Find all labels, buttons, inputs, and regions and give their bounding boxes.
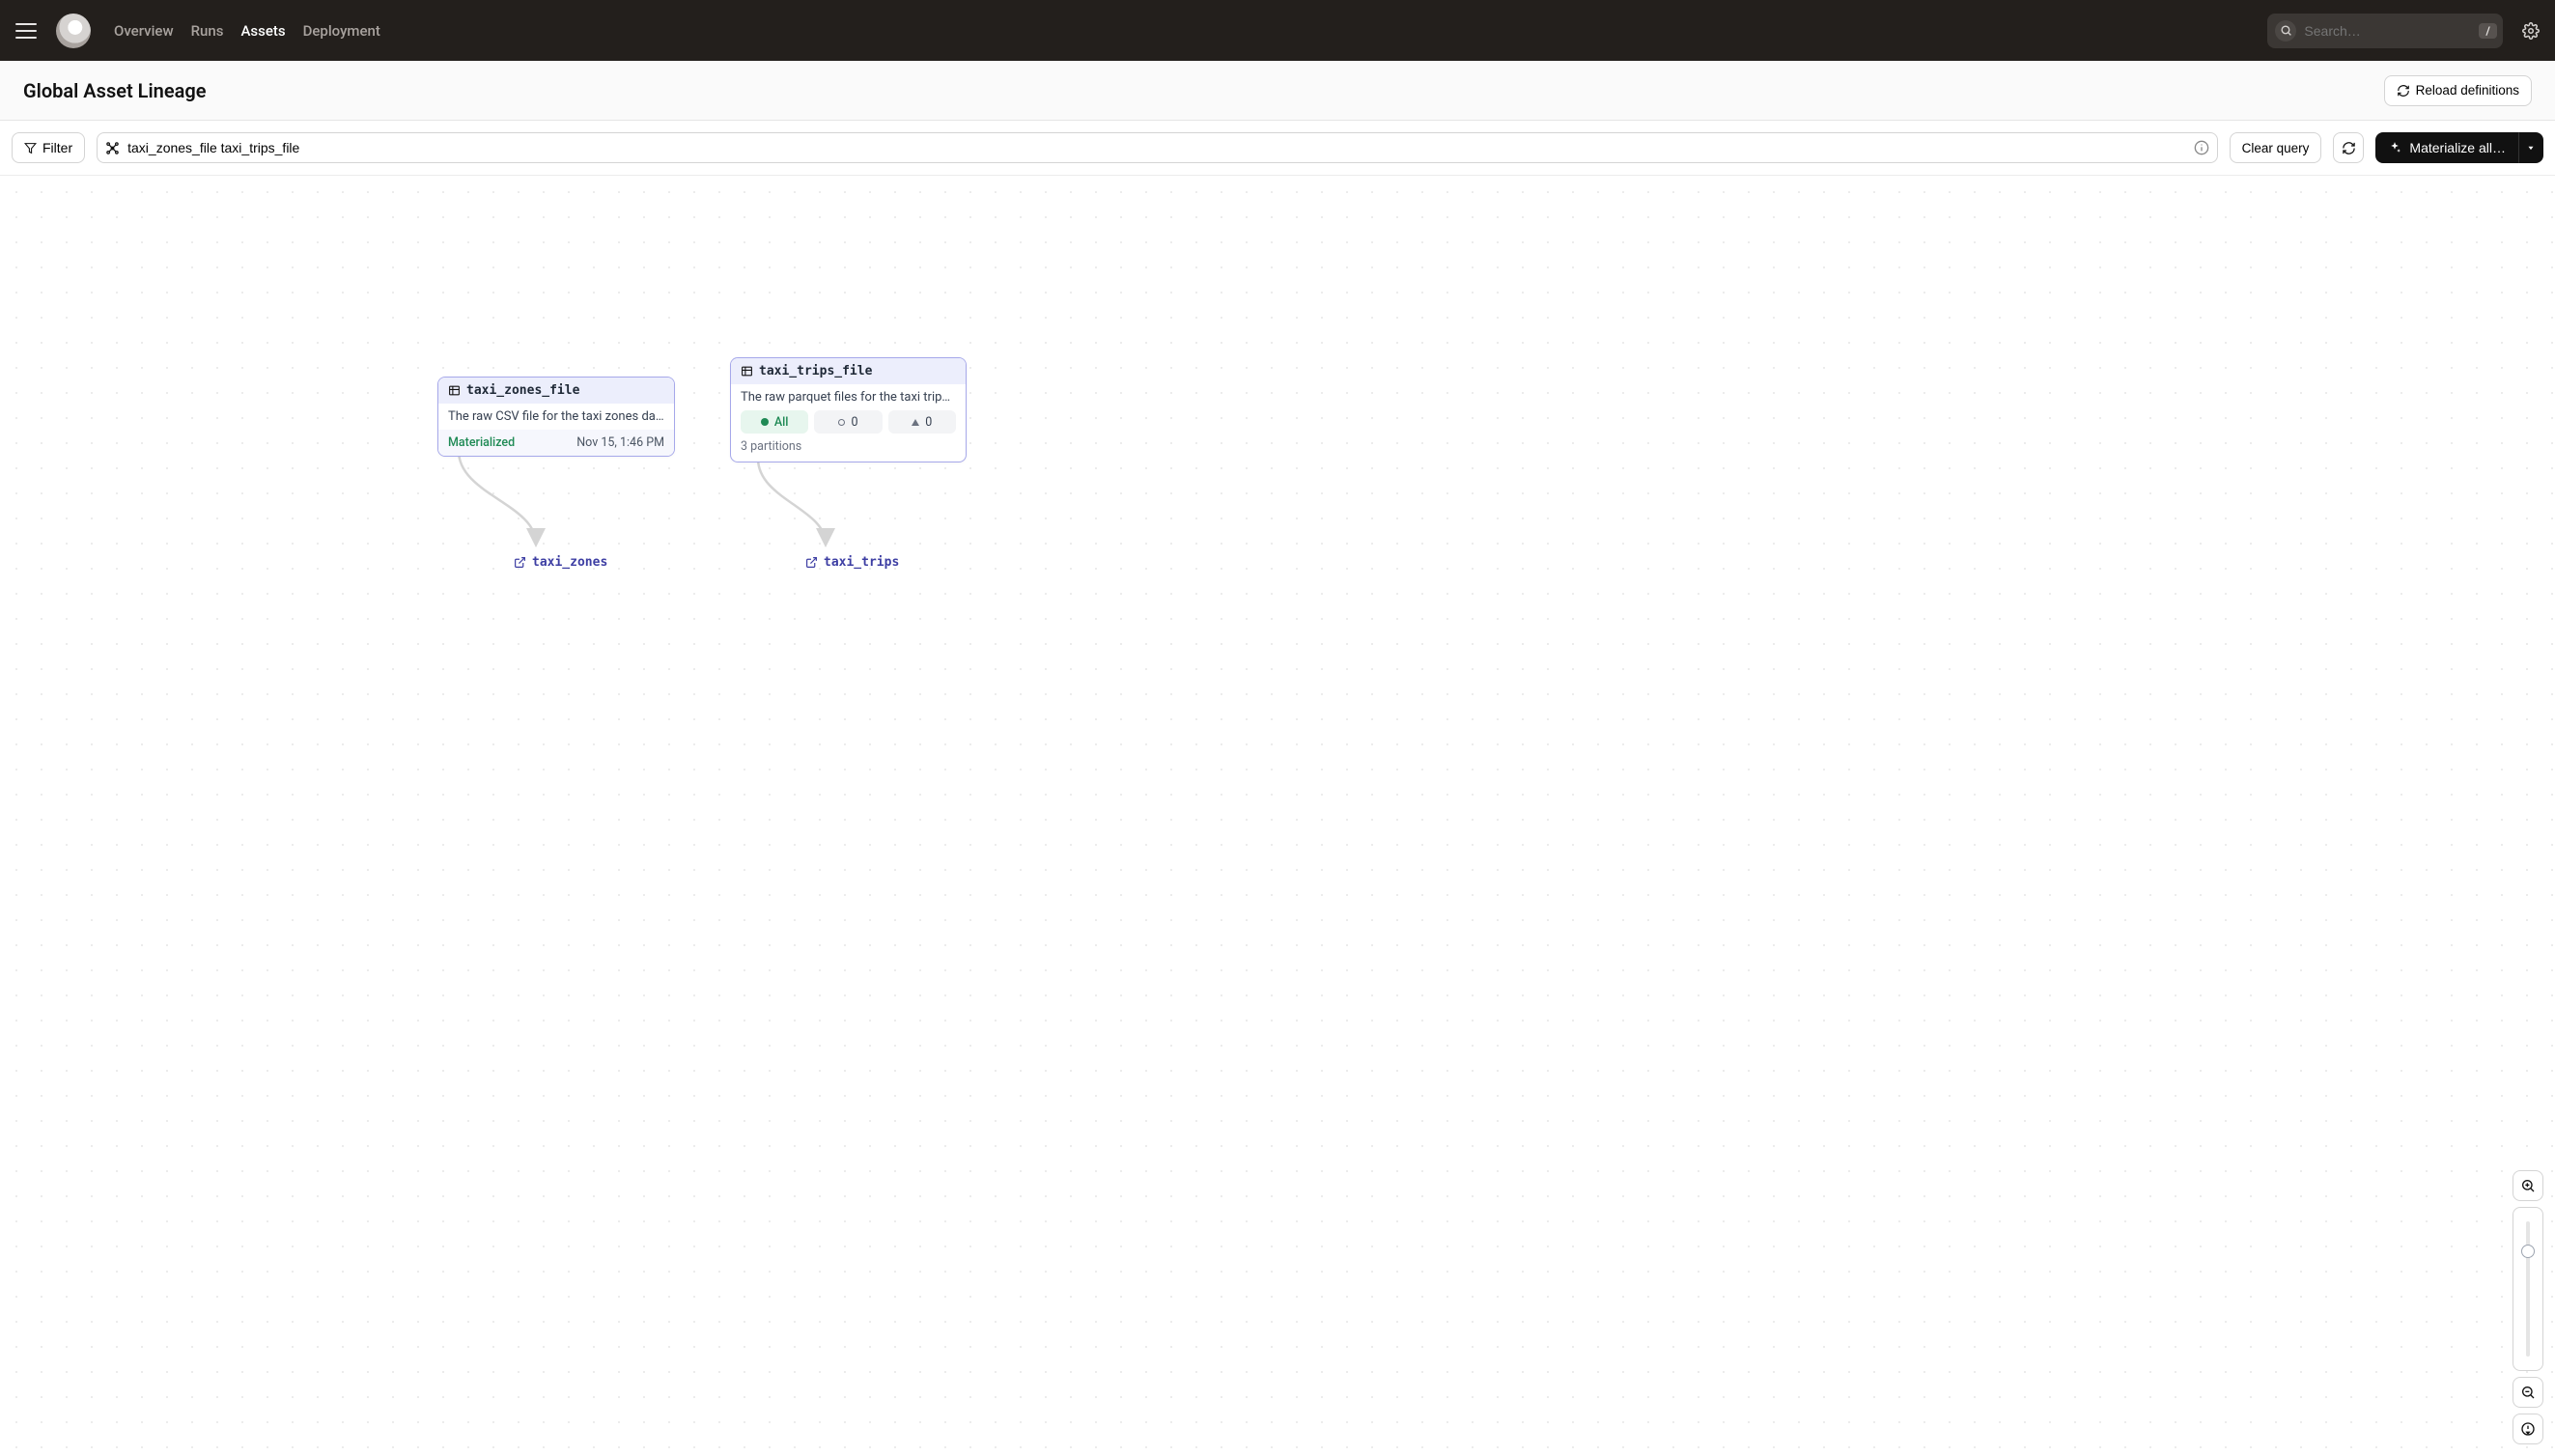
nav-assets[interactable]: Assets [240, 22, 285, 40]
partition-pill-missing: 0 [814, 410, 882, 434]
clear-query-button[interactable]: Clear query [2230, 132, 2322, 163]
reload-definitions-label: Reload definitions [2416, 83, 2519, 98]
zoom-out-button[interactable] [2513, 1377, 2543, 1408]
asset-query-field[interactable] [97, 132, 2218, 163]
zoom-slider[interactable] [2513, 1207, 2543, 1371]
partition-count: 3 partitions [731, 437, 966, 462]
external-link-icon [514, 556, 526, 569]
node-timestamp: Nov 15, 1:46 PM [576, 435, 664, 450]
refresh-graph-button[interactable] [2333, 132, 2364, 163]
asset-graph-canvas[interactable]: taxi_zones_file The raw CSV file for the… [0, 176, 2555, 1456]
materialize-all-button[interactable]: Materialize all… [2375, 132, 2518, 163]
asset-node-taxi-zones-file[interactable]: taxi_zones_file The raw CSV file for the… [437, 377, 675, 457]
refresh-icon [2342, 141, 2356, 155]
external-link-icon [805, 556, 818, 569]
sparkle-icon [2388, 141, 2401, 154]
graph-edges [0, 176, 2555, 1456]
downstream-link-taxi-zones[interactable]: taxi_zones [514, 555, 607, 570]
node-title: taxi_zones_file [466, 383, 579, 398]
asset-query-input[interactable] [127, 140, 2186, 155]
refresh-icon [2397, 84, 2410, 98]
sidebar-toggle[interactable] [15, 17, 42, 44]
node-description: The raw CSV file for the taxi zones dat… [438, 404, 674, 430]
search-shortcut-badge: / [2479, 23, 2497, 39]
zoom-handle[interactable] [2521, 1245, 2535, 1258]
nav-overview[interactable]: Overview [114, 22, 174, 40]
node-description: The raw parquet files for the taxi trips… [731, 384, 966, 410]
settings-icon[interactable] [2522, 22, 2540, 40]
app-logo [56, 14, 91, 48]
nav-runs[interactable]: Runs [191, 22, 224, 40]
filter-label: Filter [42, 140, 72, 155]
graph-icon [105, 141, 120, 155]
node-status: Materialized [448, 435, 515, 450]
search-icon [2275, 20, 2296, 42]
materialize-all-label: Materialize all… [2409, 140, 2506, 155]
reload-definitions-button[interactable]: Reload definitions [2384, 75, 2532, 106]
filter-button[interactable]: Filter [12, 132, 85, 163]
node-title: taxi_trips_file [759, 364, 872, 378]
table-icon [448, 384, 461, 397]
filter-icon [24, 142, 37, 154]
zoom-fit-button[interactable] [2513, 1414, 2543, 1444]
zoom-controls [2513, 1170, 2543, 1444]
info-icon[interactable] [2194, 140, 2209, 155]
downstream-link-taxi-trips[interactable]: taxi_trips [805, 555, 899, 570]
nav-deployment[interactable]: Deployment [303, 22, 380, 40]
page-title: Global Asset Lineage [23, 79, 207, 102]
materialize-dropdown-button[interactable] [2518, 132, 2543, 163]
clear-query-label: Clear query [2242, 141, 2310, 155]
downstream-label: taxi_zones [532, 555, 607, 570]
asset-node-taxi-trips-file[interactable]: taxi_trips_file The raw parquet files fo… [730, 357, 967, 462]
partition-pill-all: All [741, 410, 808, 434]
table-icon [741, 365, 753, 378]
partition-pill-failed: 0 [888, 410, 956, 434]
zoom-in-button[interactable] [2513, 1170, 2543, 1201]
chevron-down-icon [2526, 143, 2536, 153]
global-search-input[interactable] [2304, 23, 2479, 39]
global-search[interactable]: / [2267, 14, 2503, 48]
downstream-label: taxi_trips [824, 555, 899, 570]
